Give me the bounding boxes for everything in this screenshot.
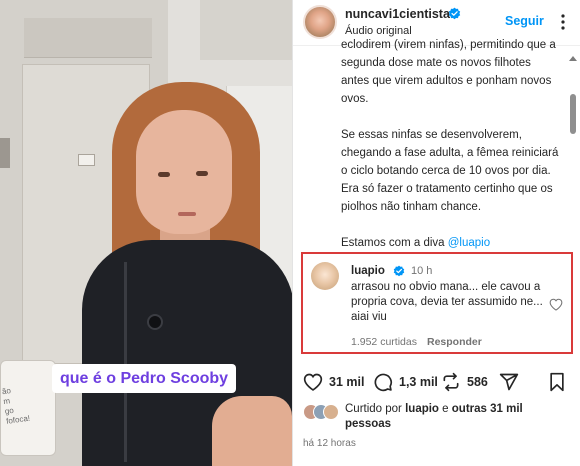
instagram-reel-view: ão m go fofoca! que é o Pedro Scooby nun… xyxy=(0,0,580,466)
comment-text: arrasou no obvio mana... ele cavou a pro… xyxy=(351,281,543,323)
post-timestamp: há 12 horas xyxy=(303,438,356,449)
caption-text: Estamos com a diva xyxy=(341,237,448,249)
post-actions-bar: 31 mil 1,3 mil 586 xyxy=(293,370,580,398)
left-eye xyxy=(158,172,170,177)
video-caption: que é o Pedro Scooby xyxy=(52,364,237,393)
video-panel[interactable]: ão m go fofoca! que é o Pedro Scooby xyxy=(0,0,292,466)
liked-by-middle: e xyxy=(438,403,452,415)
scrollbar-thumb[interactable] xyxy=(570,94,576,134)
like-count: 31 mil xyxy=(329,375,365,389)
author-avatar[interactable] xyxy=(303,5,337,39)
avatar xyxy=(323,404,339,420)
save-icon xyxy=(550,372,564,392)
mouth xyxy=(178,212,196,216)
liked-by-summary: Curtido por luapio e outras 31 mil pesso… xyxy=(303,400,573,432)
more-options-icon[interactable] xyxy=(555,12,571,32)
caption-paragraph: Estamos com a diva @luapio xyxy=(341,234,561,252)
comment-like-count[interactable]: 1.952 curtidas xyxy=(351,336,417,348)
share-button[interactable] xyxy=(499,370,519,394)
comment-icon xyxy=(374,373,393,392)
comment-timestamp: 10 h xyxy=(411,265,433,277)
heart-icon[interactable] xyxy=(549,298,563,311)
liked-by-text: Curtido por luapio e outras 31 mil pesso… xyxy=(345,402,555,432)
reply-button[interactable]: Responder xyxy=(427,336,482,348)
save-button[interactable] xyxy=(547,370,567,394)
jacket-button xyxy=(147,314,163,330)
post-details-pane: nuncavi1cientista Áudio original Seguir … xyxy=(292,0,580,466)
commenter-avatar[interactable] xyxy=(311,262,339,290)
highlighted-comment: luapio 10 h arrasou no obvio mana... ele… xyxy=(301,252,573,354)
verified-badge-icon xyxy=(448,7,461,20)
liked-by-avatars[interactable] xyxy=(303,404,339,420)
caption-paragraph: eclodirem (virem ninfas), permitindo que… xyxy=(341,39,556,105)
hand xyxy=(212,396,292,466)
liked-by-prefix: Curtido por xyxy=(345,403,406,415)
scroll-up-arrow-icon[interactable] xyxy=(569,56,577,61)
commenter-username[interactable]: luapio xyxy=(351,265,385,277)
light-switch xyxy=(78,154,95,166)
repost-button[interactable]: 586 xyxy=(441,370,488,394)
mug-print: ão m go fofoca! xyxy=(1,386,31,426)
like-button[interactable]: 31 mil xyxy=(303,370,364,394)
scrollbar[interactable] xyxy=(569,56,577,216)
comment-button[interactable]: 1,3 mil xyxy=(373,370,438,394)
liked-by-user-link[interactable]: luapio xyxy=(405,403,439,415)
follow-button[interactable]: Seguir xyxy=(505,14,544,28)
author-username[interactable]: nuncavi1cientista xyxy=(345,7,450,21)
repost-count: 586 xyxy=(467,375,488,389)
kitchen-cabinet xyxy=(24,18,152,58)
verified-badge-icon xyxy=(393,265,405,277)
caption-paragraph: Se essas ninfas se desenvolverem, chegan… xyxy=(341,129,559,213)
share-icon xyxy=(499,373,519,391)
right-eye xyxy=(196,171,208,176)
post-caption: eclodirem (virem ninfas), permitindo que… xyxy=(341,39,561,270)
comment-count: 1,3 mil xyxy=(399,375,438,389)
mention-link[interactable]: @luapio xyxy=(448,237,490,249)
upper-cabinet xyxy=(200,0,292,60)
heart-icon xyxy=(303,373,323,391)
jacket-zipper xyxy=(124,262,127,462)
repost-icon xyxy=(443,372,459,392)
wall-shelf xyxy=(0,138,10,168)
